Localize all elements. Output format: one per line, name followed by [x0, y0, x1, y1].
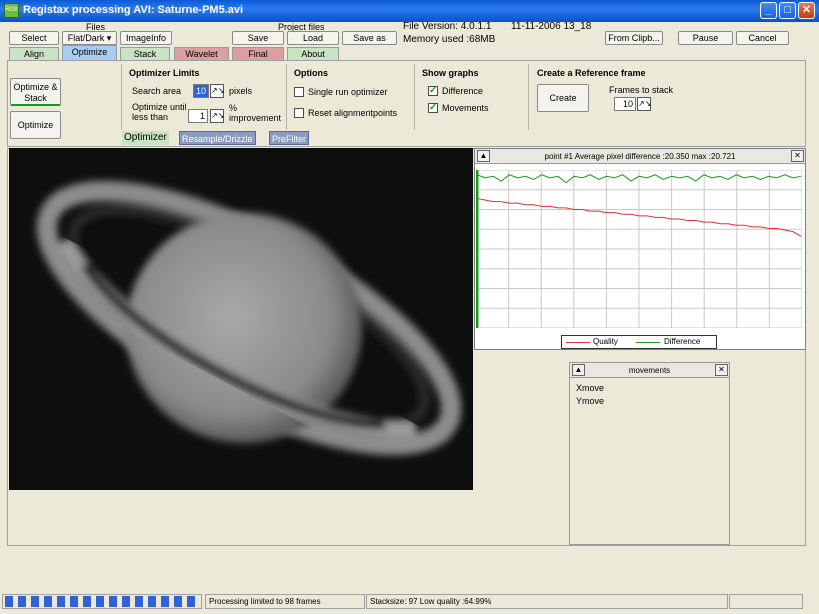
- divider: [414, 64, 415, 130]
- optimize-until-label: Optimize until less than: [132, 102, 187, 122]
- xmove-label: Xmove: [576, 383, 605, 393]
- movements-title: movements: [570, 363, 729, 378]
- memory-used: Memory used :68MB: [403, 34, 496, 45]
- tab-wavelet[interactable]: Wavelet: [174, 47, 229, 60]
- project-save-button[interactable]: Save: [232, 31, 284, 45]
- optimize-stack-button[interactable]: Optimize & Stack: [10, 78, 61, 106]
- window-title: Registax processing AVI: Saturne-PM5.avi: [23, 4, 244, 16]
- progress-block: [70, 596, 78, 607]
- graph-title: point #1 Average pixel difference :20.35…: [475, 149, 805, 164]
- movements-close-icon[interactable]: ✕: [715, 364, 728, 376]
- search-area-label: Search area: [132, 86, 182, 96]
- progress-block: [5, 596, 13, 607]
- progress-block: [44, 596, 52, 607]
- difference-legend-swatch: [636, 342, 660, 343]
- progress-block: [148, 596, 156, 607]
- ymove-label: Ymove: [576, 396, 605, 406]
- subtab-prefilter[interactable]: PreFilter: [269, 131, 310, 145]
- movements-checkbox[interactable]: ✓: [428, 103, 438, 113]
- subtab-resample[interactable]: Resample/Drizzle: [179, 131, 256, 145]
- progress-block: [96, 596, 104, 607]
- tab-final[interactable]: Final: [232, 47, 284, 60]
- maximize-button[interactable]: □: [779, 2, 796, 19]
- progress-block: [187, 596, 195, 607]
- progress-block: [135, 596, 143, 607]
- progress-block: [83, 596, 91, 607]
- flat-dark-button[interactable]: Flat/Dark ▾: [62, 31, 117, 45]
- progress-block: [174, 596, 182, 607]
- processing-status: Processing limited to 98 frames: [205, 594, 365, 609]
- graph-close-icon[interactable]: ✕: [791, 150, 804, 162]
- reference-frame-title: Create a Reference frame: [537, 68, 646, 78]
- datetime: 11-11-2006 13_18: [511, 21, 592, 32]
- divider: [121, 64, 122, 130]
- progress-block: [161, 596, 169, 607]
- progress-block: [18, 596, 26, 607]
- graph-legend: Quality Difference: [561, 335, 717, 349]
- single-run-label: Single run optimizer: [308, 87, 388, 97]
- pixels-label: pixels: [229, 86, 253, 96]
- subtab-optimizer[interactable]: Optimizer: [122, 131, 169, 145]
- imageinfo-button[interactable]: ImageInfo: [120, 31, 172, 45]
- show-graphs-title: Show graphs: [422, 68, 479, 78]
- file-version: File Version: 4.0.1.1: [403, 21, 492, 32]
- improvement-input[interactable]: 1: [188, 109, 208, 123]
- divider: [286, 64, 287, 130]
- tab-align[interactable]: Align: [9, 47, 59, 60]
- project-load-button[interactable]: Load: [287, 31, 339, 45]
- reset-alignment-label: Reset alignmentpoints: [308, 108, 398, 118]
- progress-block: [31, 596, 39, 607]
- from-clipboard-button[interactable]: From Clipb...: [605, 31, 663, 45]
- difference-label: Difference: [442, 86, 483, 96]
- stacksize-status: Stacksize: 97 Low quality :64.99%: [366, 594, 728, 609]
- reset-alignment-checkbox[interactable]: [294, 108, 304, 118]
- graph-plot: [476, 170, 802, 328]
- select-button[interactable]: Select: [9, 31, 59, 45]
- single-run-checkbox[interactable]: [294, 87, 304, 97]
- saturn-image[interactable]: [9, 148, 473, 490]
- status-panel-empty: [729, 594, 803, 609]
- collapse-icon[interactable]: ▲: [477, 150, 490, 162]
- legend-quality: Quality: [593, 337, 618, 346]
- optimizer-limits-title: Optimizer Limits: [129, 68, 200, 78]
- search-area-spin-icon[interactable]: ↗↘: [210, 84, 224, 98]
- improvement-label: % improvement: [229, 103, 282, 123]
- frames-spin-icon[interactable]: ↗↘: [637, 97, 651, 111]
- search-area-input[interactable]: 10: [193, 84, 209, 98]
- frames-to-stack-input[interactable]: 10: [614, 97, 636, 111]
- graph-window: point #1 Average pixel difference :20.35…: [474, 148, 806, 350]
- tab-about[interactable]: About: [287, 47, 339, 60]
- cancel-button[interactable]: Cancel: [736, 31, 789, 45]
- minimize-button[interactable]: _: [760, 2, 777, 19]
- movements-window: movements ▲ ✕ Xmove Ymove: [569, 362, 730, 545]
- app-icon: RGX: [4, 3, 19, 18]
- improvement-spin-icon[interactable]: ↗↘: [210, 109, 224, 123]
- quality-legend-swatch: [566, 342, 590, 343]
- progress-block: [122, 596, 130, 607]
- tab-optimize[interactable]: Optimize: [62, 45, 117, 60]
- title-bar: RGX Registax processing AVI: Saturne-PM5…: [0, 0, 819, 22]
- tab-stack[interactable]: Stack: [120, 47, 170, 60]
- legend-difference: Difference: [664, 337, 701, 346]
- frames-to-stack-label: Frames to stack: [609, 85, 674, 95]
- progress-block: [109, 596, 117, 607]
- movements-collapse-icon[interactable]: ▲: [572, 364, 585, 376]
- options-title: Options: [294, 68, 328, 78]
- movements-label: Movements: [442, 103, 489, 113]
- create-button[interactable]: Create: [537, 84, 589, 112]
- close-button[interactable]: ✕: [798, 2, 815, 19]
- optimize-button[interactable]: Optimize: [10, 111, 61, 139]
- pause-button[interactable]: Pause: [678, 31, 733, 45]
- divider: [528, 64, 529, 130]
- difference-checkbox[interactable]: ✓: [428, 86, 438, 96]
- saturn-image-svg: [9, 148, 473, 490]
- project-save-as-button[interactable]: Save as: [342, 31, 397, 45]
- progress-block: [57, 596, 65, 607]
